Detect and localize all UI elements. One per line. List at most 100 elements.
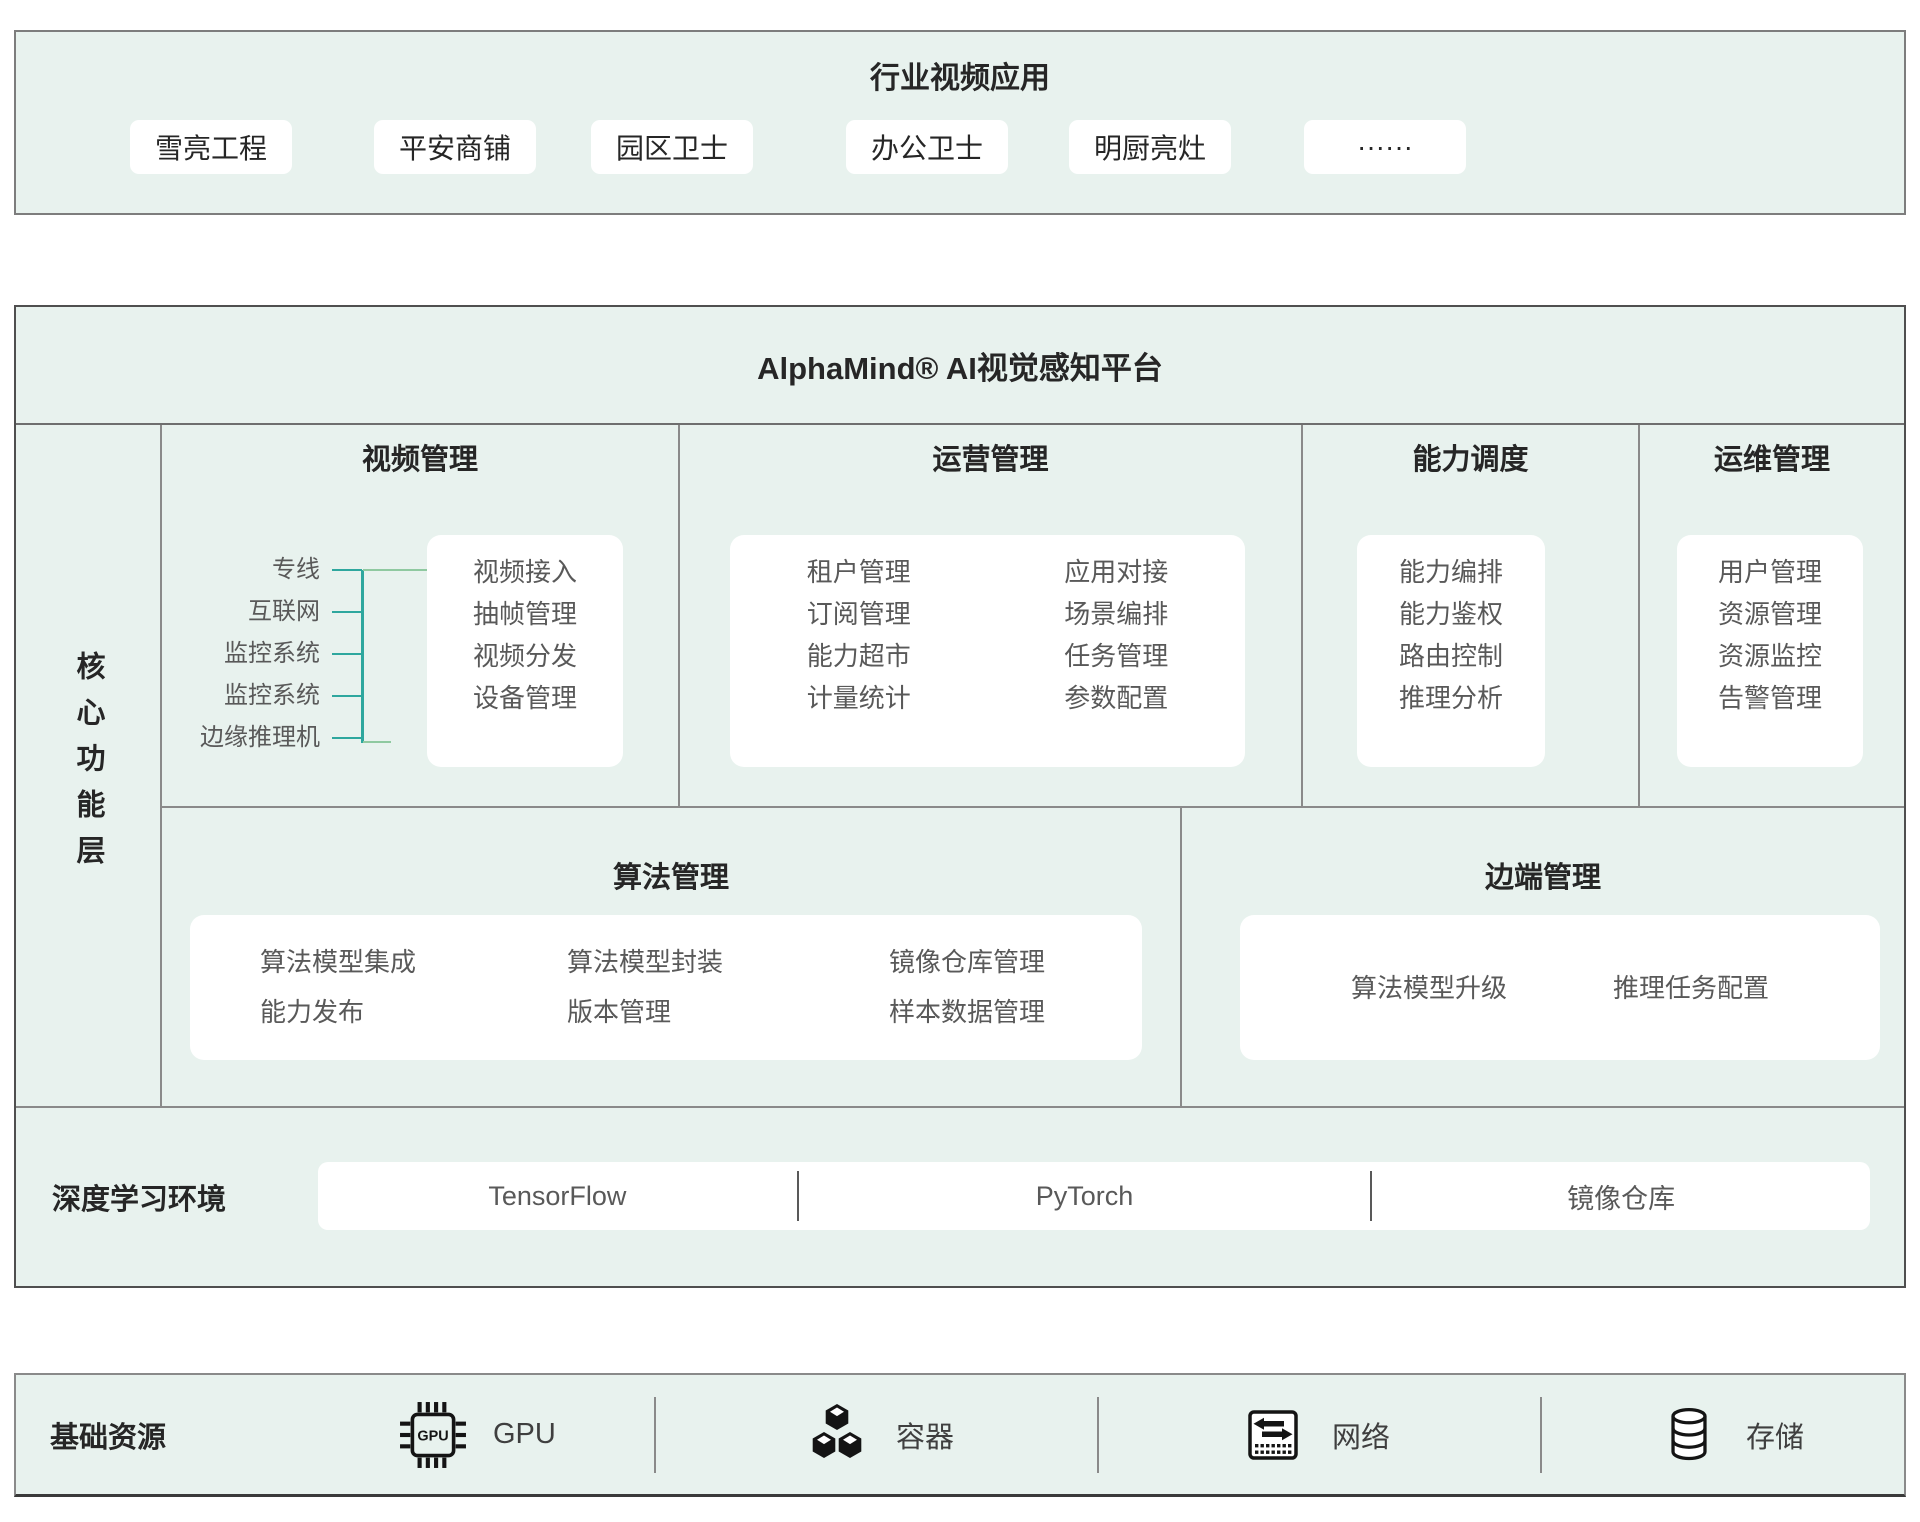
function-item: 设备管理 <box>427 677 623 719</box>
om-mgmt-title: 运维管理 <box>1640 438 1904 482</box>
connector-line <box>332 737 362 739</box>
function-item: 用户管理 <box>1677 551 1863 593</box>
function-item: 算法模型封装 <box>567 937 889 987</box>
capability-scheduling-box: 能力编排 能力鉴权 路由控制 推理分析 <box>1357 535 1545 767</box>
algorithm-mgmt-title: 算法管理 <box>162 856 1180 900</box>
function-item: 计量统计 <box>730 677 988 719</box>
function-item: 算法模型升级 <box>1351 973 1507 1003</box>
core-row-2: 算法管理 算法模型集成 能力发布 算法模型封装 版本管理 镜像仓库管理 样本数据 <box>162 808 1904 1106</box>
platform-panel: AlphaMind® AI视觉感知平台 核心功能层 视频管理 专线 互联网 监控… <box>14 305 1906 1288</box>
platform-title: AlphaMind® AI视觉感知平台 <box>16 307 1904 425</box>
video-source: 专线 <box>162 549 328 591</box>
ops-col-2: 应用对接 场景编排 任务管理 参数配置 <box>988 551 1246 767</box>
connector-line <box>332 611 362 613</box>
app-chip-bangong: 办公卫士 <box>846 120 1008 174</box>
video-mgmt-function-box: 视频接入 抽帧管理 视频分发 设备管理 <box>427 535 623 767</box>
algo-col-1: 算法模型集成 能力发布 <box>260 937 567 1060</box>
connector-line <box>332 695 362 697</box>
function-item: 资源监控 <box>1677 635 1863 677</box>
resource-container: 容器 <box>804 1375 954 1494</box>
architecture-diagram: { "colors": { "mint_bg": "#e8f2ee", "tea… <box>0 0 1920 1522</box>
function-item: 镜像仓库管理 <box>889 937 1142 987</box>
ops-mgmt-function-box: 租户管理 订阅管理 能力超市 计量统计 应用对接 场景编排 任务管理 参数配置 <box>730 535 1245 767</box>
connector-line <box>363 741 391 743</box>
app-chip-pingan: 平安商铺 <box>374 120 536 174</box>
function-item: 能力编排 <box>1357 551 1545 593</box>
ops-mgmt-title: 运营管理 <box>680 438 1301 482</box>
resource-label: 网络 <box>1332 1414 1390 1456</box>
resource-label: 存储 <box>1746 1414 1804 1456</box>
base-resources-label: 基础资源 <box>50 1375 166 1494</box>
function-item: 视频分发 <box>427 635 623 677</box>
dl-env-pytorch: PyTorch <box>799 1162 1371 1230</box>
app-chip-yuanqu: 园区卫士 <box>591 120 753 174</box>
base-resources-panel: 基础资源 GPU GPU <box>14 1373 1906 1497</box>
video-source: 监控系统 <box>162 633 328 675</box>
section-algorithm-mgmt: 算法管理 算法模型集成 能力发布 算法模型封装 版本管理 镜像仓库管理 样本数据 <box>162 808 1182 1106</box>
video-mgmt-title: 视频管理 <box>162 438 678 482</box>
divider <box>654 1397 656 1473</box>
core-main-grid: 视频管理 专线 互联网 监控系统 监控系统 边缘推理机 <box>162 425 1904 1106</box>
industry-apps-panel: 行业视频应用 雪亮工程 平安商铺 园区卫士 办公卫士 明厨亮灶 ······ <box>14 30 1906 215</box>
containers-icon <box>804 1402 870 1468</box>
function-item: 推理分析 <box>1357 677 1545 719</box>
function-item: 订阅管理 <box>730 593 988 635</box>
core-layer-label: 核心功能层 <box>67 651 109 881</box>
function-item: 租户管理 <box>730 551 988 593</box>
section-ops-mgmt: 运营管理 租户管理 订阅管理 能力超市 计量统计 应用对接 场景编排 任务管理 <box>680 425 1303 806</box>
dl-env-image-repo: 镜像仓库 <box>1372 1162 1870 1230</box>
app-chip-mingchu: 明厨亮灶 <box>1069 120 1231 174</box>
video-source: 互联网 <box>162 591 328 633</box>
resource-gpu: GPU GPU <box>399 1375 556 1494</box>
connector-trunk-line <box>361 570 364 743</box>
connector-line <box>332 569 362 571</box>
edge-mgmt-title: 边端管理 <box>1182 856 1904 900</box>
function-item: 路由控制 <box>1357 635 1545 677</box>
app-chip-xueliang: 雪亮工程 <box>130 120 292 174</box>
dl-env-row: 深度学习环境 TensorFlow PyTorch 镜像仓库 <box>16 1108 1904 1286</box>
ops-col-1: 租户管理 订阅管理 能力超市 计量统计 <box>730 551 988 767</box>
function-item: 告警管理 <box>1677 677 1863 719</box>
function-item: 视频接入 <box>427 551 623 593</box>
algo-col-2: 算法模型封装 版本管理 <box>567 937 889 1060</box>
resource-label: GPU <box>493 1418 556 1451</box>
section-om-mgmt: 运维管理 用户管理 资源管理 资源监控 告警管理 <box>1640 425 1904 806</box>
app-chip-ellipsis: ······ <box>1304 120 1466 174</box>
gpu-chip-icon: GPU <box>399 1401 467 1469</box>
algo-col-3: 镜像仓库管理 样本数据管理 <box>889 937 1142 1060</box>
core-layer-sidebar: 核心功能层 <box>16 425 162 1106</box>
function-item: 参数配置 <box>988 677 1246 719</box>
core-function-layer: 核心功能层 视频管理 专线 互联网 监控系统 监控系统 边缘推理机 <box>16 425 1904 1108</box>
function-item: 任务管理 <box>988 635 1246 677</box>
om-mgmt-box: 用户管理 资源管理 资源监控 告警管理 <box>1677 535 1863 767</box>
function-item: 版本管理 <box>567 987 889 1037</box>
video-source: 监控系统 <box>162 675 328 717</box>
storage-database-icon <box>1658 1402 1720 1468</box>
function-item: 推理任务配置 <box>1613 973 1769 1003</box>
function-item: 抽帧管理 <box>427 593 623 635</box>
video-source: 边缘推理机 <box>162 717 328 759</box>
divider <box>1097 1397 1099 1473</box>
section-capability-scheduling: 能力调度 能力编排 能力鉴权 路由控制 推理分析 <box>1303 425 1640 806</box>
algorithm-mgmt-box: 算法模型集成 能力发布 算法模型封装 版本管理 镜像仓库管理 样本数据管理 <box>190 915 1142 1060</box>
core-row-1: 视频管理 专线 互联网 监控系统 监控系统 边缘推理机 <box>162 425 1904 808</box>
section-video-mgmt: 视频管理 专线 互联网 监控系统 监控系统 边缘推理机 <box>162 425 680 806</box>
resource-network: 网络 <box>1240 1375 1390 1494</box>
function-item: 能力发布 <box>260 987 567 1037</box>
function-item: 算法模型集成 <box>260 937 567 987</box>
edge-mgmt-box: 算法模型升级 推理任务配置 <box>1240 915 1880 1060</box>
function-item: 资源管理 <box>1677 593 1863 635</box>
function-item: 能力超市 <box>730 635 988 677</box>
resource-label: 容器 <box>896 1414 954 1456</box>
dl-env-bar: TensorFlow PyTorch 镜像仓库 <box>318 1162 1870 1230</box>
function-item: 应用对接 <box>988 551 1246 593</box>
function-item: 场景编排 <box>988 593 1246 635</box>
section-edge-mgmt: 边端管理 算法模型升级 推理任务配置 <box>1182 808 1904 1106</box>
function-item: 样本数据管理 <box>889 987 1142 1037</box>
resource-storage: 存储 <box>1658 1375 1804 1494</box>
divider <box>1540 1397 1542 1473</box>
function-item: 能力鉴权 <box>1357 593 1545 635</box>
capability-scheduling-title: 能力调度 <box>1303 438 1638 482</box>
industry-apps-title: 行业视频应用 <box>16 58 1904 100</box>
dl-env-tensorflow: TensorFlow <box>318 1162 797 1230</box>
